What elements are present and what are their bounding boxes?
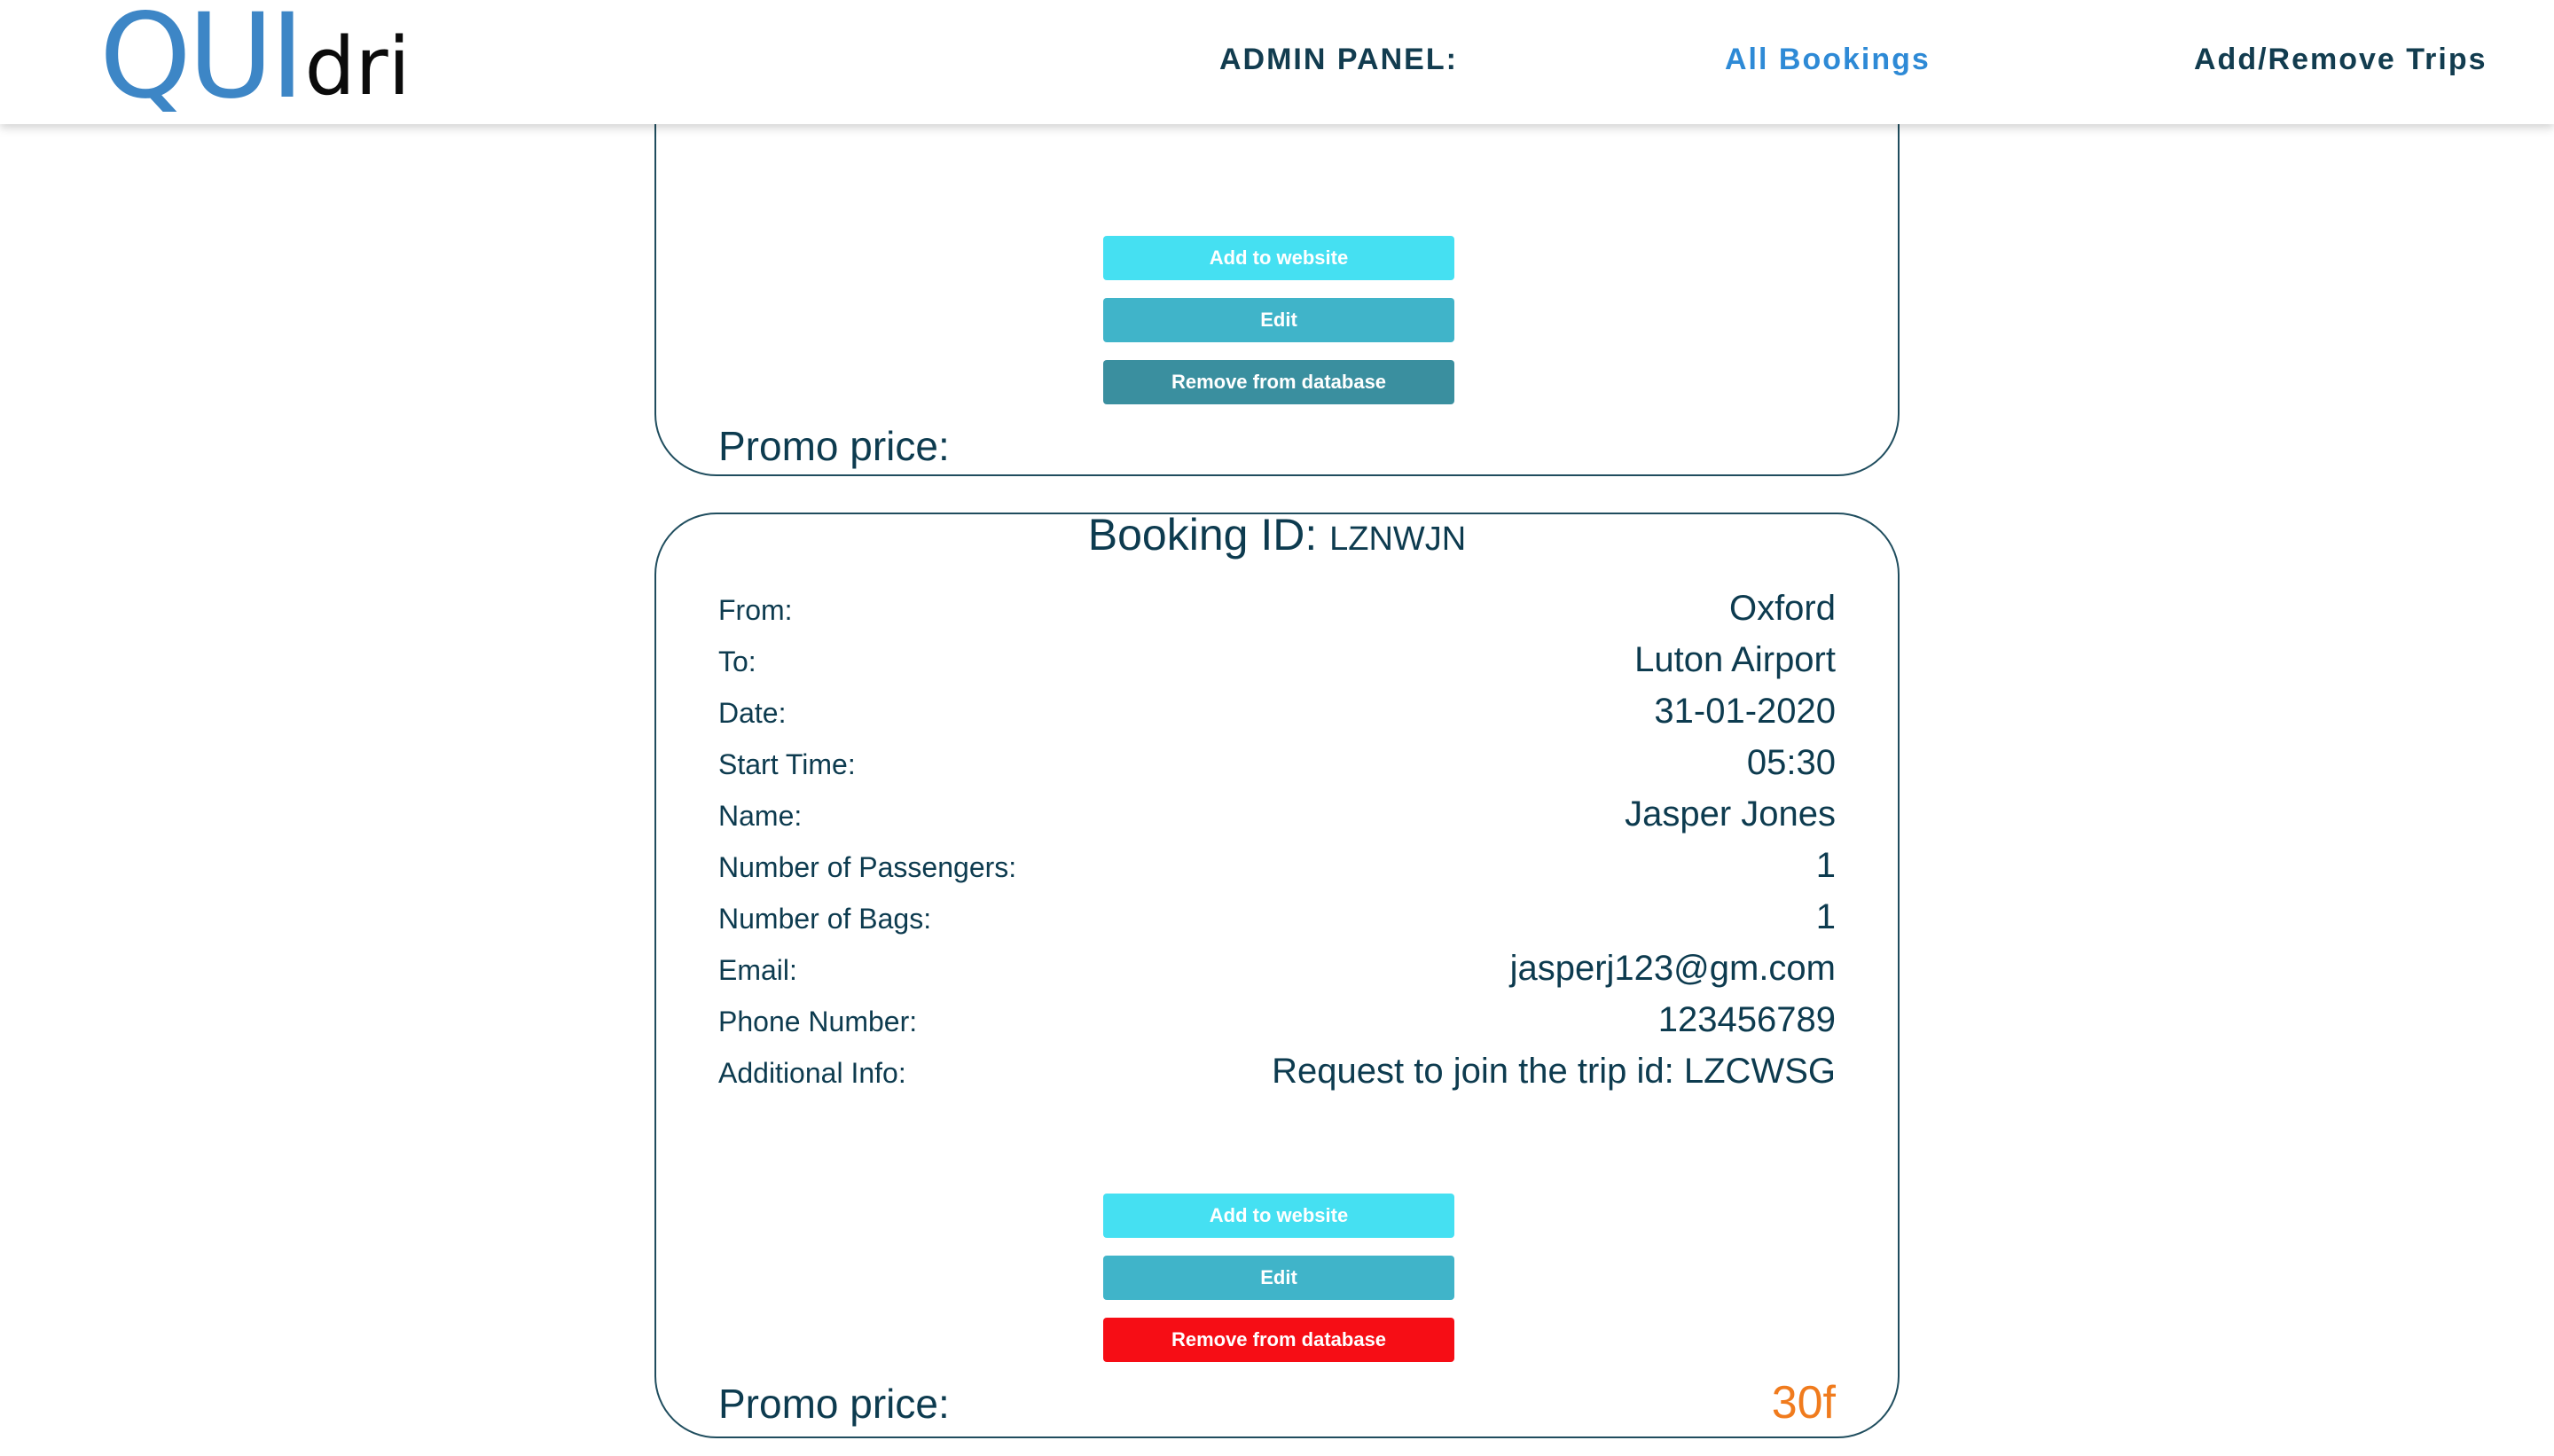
page: QUI dri ADMIN PANEL: All Bookings Add/Re… bbox=[0, 0, 2554, 1456]
nav-add-remove-trips-link[interactable]: Add/Remove Trips bbox=[2194, 43, 2487, 77]
promo-price-label: Promo price: bbox=[718, 1381, 950, 1427]
logo-main-text: QUI bbox=[99, 0, 304, 125]
field-label: Start Time: bbox=[718, 748, 856, 780]
promo-price-label: Promo price: bbox=[718, 423, 950, 469]
field-row-additional-info: Additional Info: Request to join the tri… bbox=[718, 1052, 1836, 1103]
field-label: Phone Number: bbox=[718, 1006, 918, 1037]
field-value: 31-01-2020 bbox=[1654, 692, 1836, 731]
field-value: Request to join the trip id: LZCWSG bbox=[1272, 1052, 1836, 1091]
booking-card-lznwjn: Booking ID: LZNWJN From: Oxford To: Luto… bbox=[654, 510, 1900, 1438]
quidri-logo[interactable]: QUI dri bbox=[99, 0, 411, 125]
field-value: jasperj123@gm.com bbox=[1509, 949, 1836, 988]
field-row-name: Name: Jasper Jones bbox=[718, 795, 1836, 846]
add-to-website-button[interactable]: Add to website bbox=[1103, 1194, 1454, 1238]
edit-button[interactable]: Edit bbox=[1103, 298, 1454, 342]
field-label: Additional Info: bbox=[718, 1057, 906, 1089]
field-label: From: bbox=[718, 594, 793, 626]
remove-from-database-button[interactable]: Remove from database bbox=[1103, 360, 1454, 404]
field-label: Name: bbox=[718, 800, 803, 832]
field-value: Luton Airport bbox=[1634, 640, 1836, 679]
field-label: Number of Passengers: bbox=[718, 851, 1017, 883]
field-label: Number of Bags: bbox=[718, 903, 932, 935]
logo-sub-text: dri bbox=[304, 20, 411, 114]
field-row-email: Email: jasperj123@gm.com bbox=[718, 949, 1836, 1000]
top-nav-bar: QUI dri ADMIN PANEL: All Bookings Add/Re… bbox=[0, 0, 2554, 124]
field-value: 1 bbox=[1815, 897, 1836, 936]
field-label: Email: bbox=[718, 954, 797, 986]
field-row-date: Date: 31-01-2020 bbox=[718, 692, 1836, 743]
nav-all-bookings-link[interactable]: All Bookings bbox=[1725, 43, 1931, 77]
field-row-from: From: Oxford bbox=[718, 589, 1836, 640]
field-value: Jasper Jones bbox=[1625, 795, 1836, 834]
add-to-website-button[interactable]: Add to website bbox=[1103, 236, 1454, 280]
booking-id-heading: Booking ID: LZNWJN bbox=[656, 509, 1898, 560]
field-row-bags: Number of Bags: 1 bbox=[718, 897, 1836, 949]
field-row-start-time: Start Time: 05:30 bbox=[718, 743, 1836, 795]
field-value: 123456789 bbox=[1657, 1000, 1836, 1039]
field-value: Oxford bbox=[1728, 589, 1836, 628]
admin-panel-label: ADMIN PANEL: bbox=[1219, 43, 1458, 76]
promo-price-value: 30f bbox=[1771, 1377, 1836, 1429]
edit-button[interactable]: Edit bbox=[1103, 1256, 1454, 1300]
remove-from-database-button[interactable]: Remove from database bbox=[1103, 1318, 1454, 1362]
booking-id-value: LZNWJN bbox=[1329, 521, 1467, 558]
field-value: 05:30 bbox=[1746, 743, 1836, 782]
field-label: Date: bbox=[718, 697, 787, 729]
field-row-passengers: Number of Passengers: 1 bbox=[718, 846, 1836, 897]
field-label: To: bbox=[718, 646, 756, 677]
field-row-to: To: Luton Airport bbox=[718, 640, 1836, 692]
field-row-phone: Phone Number: 123456789 bbox=[718, 1000, 1836, 1052]
booking-id-label: Booking ID: bbox=[1087, 510, 1318, 560]
field-value: 1 bbox=[1815, 846, 1836, 885]
